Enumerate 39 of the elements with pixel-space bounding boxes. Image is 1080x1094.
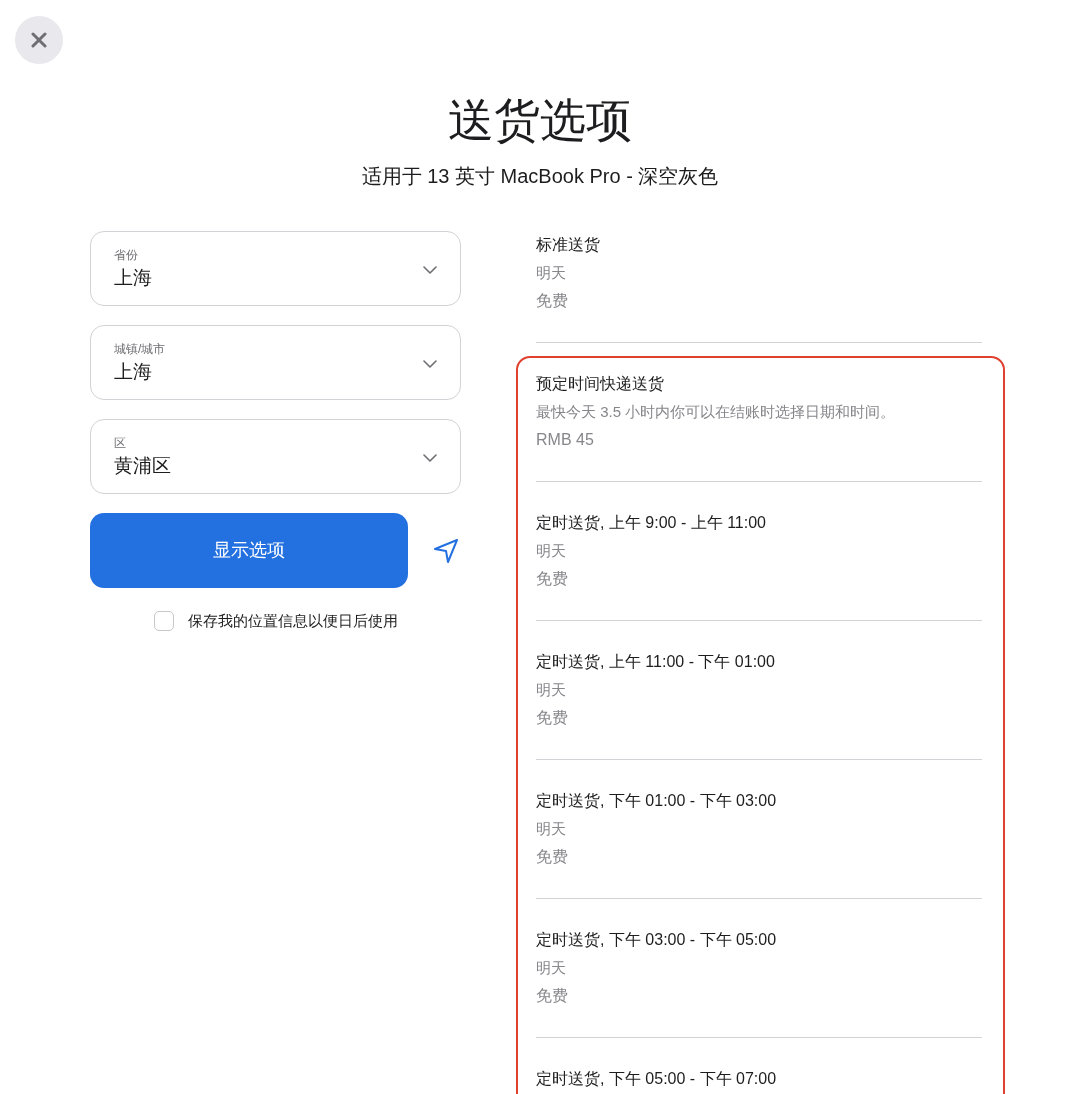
- select-value: 上海: [114, 359, 152, 384]
- save-location-label: 保存我的位置信息以便日后使用: [187, 611, 398, 631]
- option-title: 定时送货, 下午 03:00 - 下午 05:00: [536, 930, 777, 950]
- option-detail: 明天: [536, 680, 566, 700]
- option-price: 免费: [536, 569, 568, 589]
- option-detail: 明天: [536, 958, 566, 978]
- close-icon: [31, 32, 47, 48]
- select-value: 黄浦区: [114, 453, 171, 478]
- option-detail: 明天: [536, 263, 566, 283]
- location-arrow-icon[interactable]: [433, 537, 459, 564]
- option-detail: 最快今天 3.5 小时内你可以在结账时选择日期和时间。: [536, 402, 896, 422]
- chevron-down-icon: [423, 266, 437, 274]
- option-title: 标准送货: [536, 235, 600, 255]
- select-value: 上海: [114, 265, 152, 290]
- option-title: 定时送货, 下午 05:00 - 下午 07:00: [536, 1069, 777, 1089]
- location-select[interactable]: 城镇/城市 上海: [90, 325, 461, 400]
- location-select[interactable]: 区 黄浦区: [90, 419, 461, 494]
- option-price: 免费: [536, 291, 568, 311]
- option-price: 免费: [536, 986, 568, 1006]
- option-title: 定时送货, 上午 9:00 - 上午 11:00: [536, 513, 766, 533]
- location-select[interactable]: 省份 上海: [90, 231, 461, 306]
- select-label: 省份: [114, 246, 138, 263]
- option-price: 免费: [536, 847, 568, 867]
- select-label: 城镇/城市: [114, 340, 166, 357]
- option-price: 免费: [536, 708, 568, 728]
- select-label: 区: [114, 434, 126, 451]
- show-options-button[interactable]: 显示选项: [90, 513, 408, 588]
- close-button[interactable]: [15, 16, 63, 64]
- option-title: 定时送货, 上午 11:00 - 下午 01:00: [536, 652, 775, 672]
- page-title: 送货选项: [448, 93, 632, 148]
- option-title: 预定时间快递送货: [536, 374, 664, 394]
- chevron-down-icon: [423, 454, 437, 462]
- page-subtitle: 适用于 13 英寸 MacBook Pro - 深空灰色: [361, 164, 719, 189]
- option-title: 定时送货, 下午 01:00 - 下午 03:00: [536, 791, 777, 811]
- chevron-down-icon: [423, 360, 437, 368]
- save-location-checkbox[interactable]: [153, 611, 174, 631]
- option-detail: 明天: [536, 819, 566, 839]
- option-detail: 明天: [536, 541, 566, 561]
- option-price: RMB 45: [536, 430, 594, 450]
